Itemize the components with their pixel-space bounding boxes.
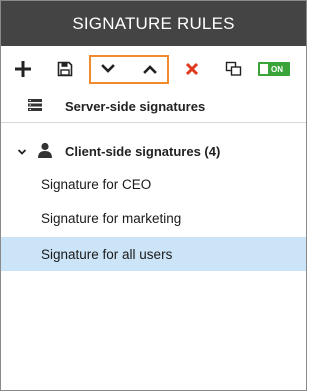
client-side-signatures-row[interactable]: Client-side signatures (4) — [1, 140, 306, 162]
plus-icon — [15, 61, 31, 77]
chevron-up-icon — [143, 65, 157, 74]
toggle-knob — [260, 64, 268, 74]
duplicate-button[interactable] — [221, 56, 247, 82]
toolbar: ON — [1, 46, 306, 96]
panel-title-bar: SIGNATURE RULES — [1, 1, 306, 46]
chevron-down-icon[interactable] — [17, 144, 37, 159]
list-item-label: Signature for CEO — [41, 176, 152, 192]
user-icon — [37, 142, 65, 161]
toggle-label: ON — [271, 64, 283, 74]
floppy-disk-icon — [57, 61, 73, 77]
server-side-signatures-row[interactable]: Server-side signatures — [1, 95, 306, 117]
move-up-button[interactable] — [137, 56, 163, 82]
add-button[interactable] — [10, 56, 36, 82]
move-down-button[interactable] — [95, 56, 121, 82]
list-item-label: Signature for marketing — [41, 210, 182, 226]
list-item-signature-all-users[interactable]: Signature for all users — [1, 237, 306, 271]
list-item-signature-marketing[interactable]: Signature for marketing — [1, 201, 306, 235]
enable-toggle[interactable]: ON — [258, 62, 290, 76]
save-button[interactable] — [52, 56, 78, 82]
x-icon — [185, 62, 199, 76]
delete-button[interactable] — [179, 56, 205, 82]
panel-title: SIGNATURE RULES — [72, 13, 235, 33]
list-item-label: Signature for all users — [41, 246, 173, 262]
server-side-label: Server-side signatures — [65, 98, 206, 114]
server-icon — [27, 98, 65, 115]
section-divider — [1, 122, 306, 123]
client-side-label: Client-side signatures (4) — [65, 143, 221, 159]
copy-icon — [225, 61, 242, 76]
chevron-down-icon — [101, 64, 115, 73]
signature-rules-panel: SIGNATURE RULES ON Server-side signature… — [0, 0, 307, 391]
list-item-signature-ceo[interactable]: Signature for CEO — [1, 167, 306, 201]
